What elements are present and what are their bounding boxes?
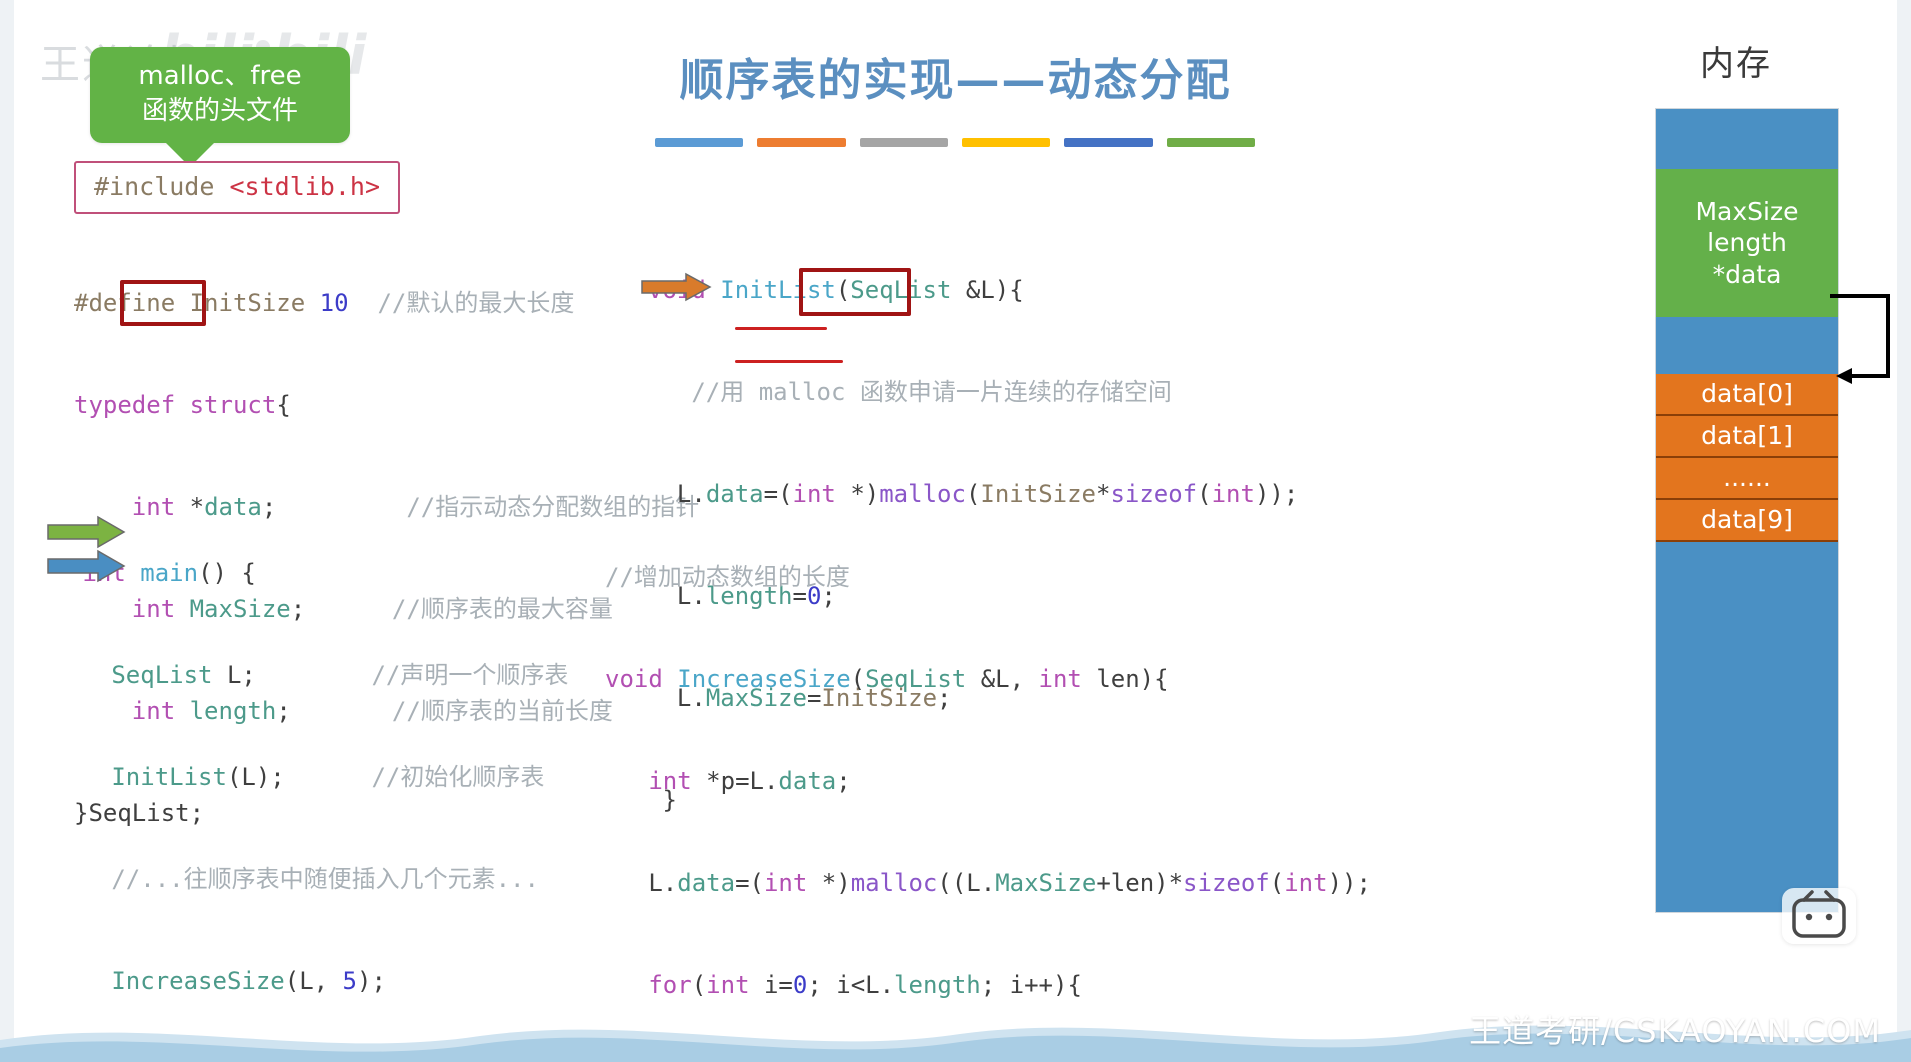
code-line-increase-comment: //增加动态数组的长度 bbox=[605, 563, 850, 591]
memory-diagram: MaxSize length *data data[0] data[1]...... da… bbox=[1655, 108, 1839, 913]
code-line-seqlist-decl: SeqList L; //声明一个顺序表 bbox=[111, 661, 569, 689]
arrow-blue-initlist bbox=[47, 549, 126, 583]
title-bar-4 bbox=[1064, 138, 1153, 147]
code-line-typedef: typedef struct{ bbox=[74, 391, 291, 419]
memory-cell-6: data[9] bbox=[1656, 500, 1838, 542]
memory-cell-0 bbox=[1656, 109, 1838, 169]
memory-cell-2 bbox=[1656, 317, 1838, 374]
callout-line-1: malloc、free bbox=[138, 61, 302, 91]
title-bar-0 bbox=[655, 138, 744, 147]
slide-canvas: 王道论坛 bilibili 顺序表的实现——动态分配 malloc、free 函… bbox=[0, 0, 1911, 1062]
redline-maxsize bbox=[735, 360, 843, 363]
code-line-initlist-call: InitList(L); //初始化顺序表 bbox=[111, 763, 545, 791]
memory-cell-3: data[0] bbox=[1656, 374, 1838, 416]
memory-cell-label: ...... bbox=[1723, 463, 1771, 493]
callout-bubble: malloc、free 函数的头文件 bbox=[90, 47, 350, 168]
code-line-initlist-signature: void InitList(SeqList &L){ bbox=[648, 276, 1024, 304]
title-bar-5 bbox=[1166, 138, 1255, 147]
title-decoration-bars bbox=[655, 138, 1255, 147]
code-line-increasesize-call: IncreaseSize(L, 5); bbox=[111, 967, 386, 995]
include-directive-box: #include <stdlib.h> bbox=[74, 161, 400, 214]
code-line-increase-signature: void IncreaseSize(SeqList &L, int len){ bbox=[605, 665, 1169, 693]
redline-length bbox=[735, 327, 827, 330]
page-edge-right bbox=[1897, 0, 1911, 1062]
memory-cell-5: ...... bbox=[1656, 458, 1838, 500]
increasesize-function-code: //增加动态数组的长度 void IncreaseSize(SeqList &L… bbox=[605, 492, 1371, 1062]
title-bar-3 bbox=[961, 138, 1051, 147]
code-line-insert-comment: //...往顺序表中随便插入几个元素... bbox=[111, 865, 539, 893]
footer-branding: 王道考研/CSKAOYAN.COM bbox=[1469, 1012, 1881, 1050]
code-line-for-loop: for(int i=0; i<L.length; i++){ bbox=[648, 971, 1082, 999]
include-keyword: #include bbox=[94, 172, 215, 201]
code-line-define: #define InitSize 10 //默认的最大长度 bbox=[74, 289, 575, 317]
memory-cell-7 bbox=[1656, 542, 1838, 912]
pointer-arrow-data bbox=[1830, 294, 1890, 384]
memory-cell-label: *data bbox=[1712, 259, 1782, 289]
memory-cell-label: MaxSize bbox=[1695, 197, 1799, 227]
memory-cell-4: data[1] bbox=[1656, 416, 1838, 458]
arrow-orange-malloc bbox=[641, 272, 712, 302]
code-line-main-signature: int main() { bbox=[82, 559, 256, 587]
title-bar-1 bbox=[757, 138, 846, 147]
callout-line-2: 函数的头文件 bbox=[141, 96, 298, 127]
arrow-green-seqlist bbox=[47, 515, 126, 549]
include-header: <stdlib.h> bbox=[229, 172, 380, 201]
memory-cell-label: data[0] bbox=[1701, 379, 1793, 409]
memory-cell-label: data[1] bbox=[1701, 421, 1793, 451]
memory-cell-1: MaxSize length *data bbox=[1656, 169, 1838, 317]
memory-diagram-title: 内存 bbox=[1700, 44, 1772, 84]
page-edge-left bbox=[0, 0, 14, 1062]
code-line-p-assign: int *p=L.data; bbox=[648, 767, 851, 795]
title-bar-2 bbox=[859, 138, 948, 147]
memory-cell-label: length bbox=[1707, 228, 1787, 258]
bilibili-logo-icon bbox=[1782, 888, 1856, 944]
memory-cell-label: data[9] bbox=[1701, 505, 1793, 535]
code-line-malloc-comment: //用 malloc 函数申请一片连续的存储空间 bbox=[691, 378, 1172, 406]
code-line-data-remalloc: L.data=(int *)malloc((L.MaxSize+len)*siz… bbox=[648, 869, 1371, 897]
main-function-code: int main() { SeqList L; //声明一个顺序表 InitLi… bbox=[68, 488, 568, 1062]
